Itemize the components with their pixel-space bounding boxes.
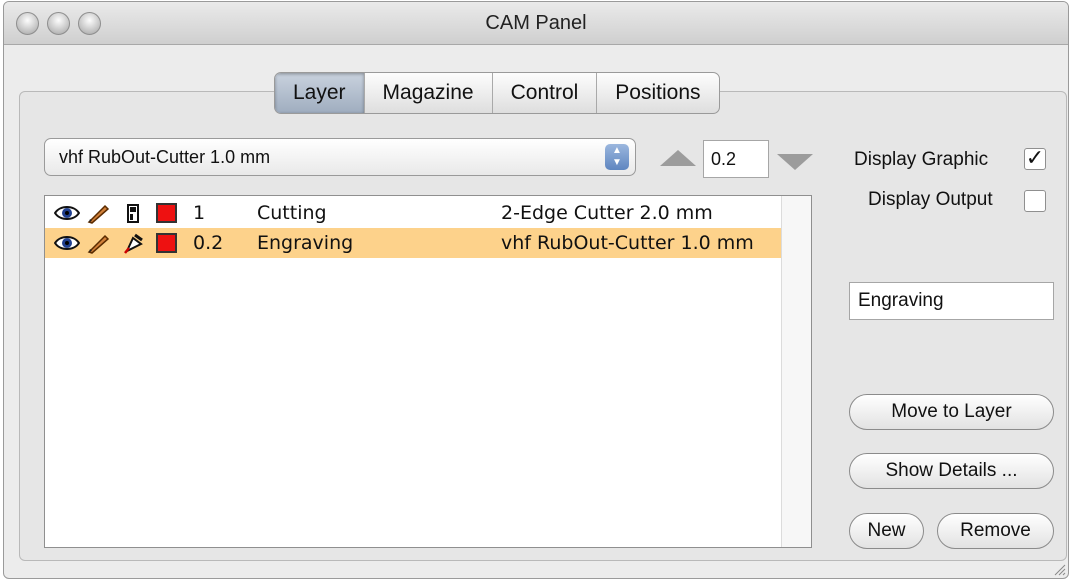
tab-positions[interactable]: Positions <box>597 73 718 113</box>
layer-name: Engraving <box>257 232 354 254</box>
tab-layer[interactable]: Layer <box>275 73 365 113</box>
layer-name-field[interactable]: Engraving <box>849 282 1054 320</box>
title-bar[interactable]: CAM Panel <box>4 2 1068 45</box>
display-graphic-label: Display Graphic <box>854 149 989 170</box>
depth-stepper-field[interactable]: 0.2 <box>703 140 769 178</box>
tool-select-value: vhf RubOut-Cutter 1.0 mm <box>59 147 271 167</box>
list-scrollbar[interactable] <box>781 196 811 547</box>
tool-select[interactable]: vhf RubOut-Cutter 1.0 mm ▲ ▼ <box>44 138 636 176</box>
cam-panel-window: CAM Panel Layer Magazine Control Positio… <box>3 1 1069 579</box>
layer-color-swatch[interactable] <box>156 233 177 253</box>
eye-icon[interactable] <box>54 234 80 252</box>
layer-row-engraving[interactable]: 0.2 Engraving vhf RubOut-Cutter 1.0 mm <box>45 228 782 258</box>
layer-color-swatch[interactable] <box>156 203 177 223</box>
layer-list[interactable]: 1 Cutting 2-Edge Cutter 2.0 mm 0.2 Engra… <box>44 195 812 548</box>
move-to-layer-button[interactable]: Move to Layer <box>849 394 1054 430</box>
layer-depth-value: 0.2 <box>193 232 224 254</box>
window-title: CAM Panel <box>485 12 587 34</box>
show-details-button[interactable]: Show Details ... <box>849 453 1054 489</box>
layer-name: Cutting <box>257 202 327 224</box>
tab-magazine[interactable]: Magazine <box>365 73 493 113</box>
layer-row-cutting[interactable]: 1 Cutting 2-Edge Cutter 2.0 mm <box>45 198 782 228</box>
layer-depth-value: 1 <box>193 202 206 224</box>
new-button[interactable]: New <box>849 513 924 549</box>
pencil-icon[interactable] <box>86 234 110 254</box>
pencil-icon[interactable] <box>86 204 110 224</box>
tab-bar: Layer Magazine Control Positions <box>274 72 720 114</box>
resize-grip-icon[interactable] <box>1052 562 1066 576</box>
updown-arrows-icon: ▲ ▼ <box>605 144 629 170</box>
layer-tool: 2-Edge Cutter 2.0 mm <box>501 202 713 224</box>
increase-depth-arrow-icon[interactable] <box>660 150 696 166</box>
cutter-tool-icon <box>127 204 139 223</box>
remove-button[interactable]: Remove <box>937 513 1054 549</box>
engraver-tool-icon <box>124 233 143 254</box>
tab-control[interactable]: Control <box>493 73 598 113</box>
eye-icon[interactable] <box>54 204 80 222</box>
display-graphic-checkbox[interactable]: ✓ <box>1024 147 1046 170</box>
display-output-label: Display Output <box>868 189 993 210</box>
display-output-checkbox[interactable] <box>1024 190 1046 212</box>
layer-tool: vhf RubOut-Cutter 1.0 mm <box>501 232 754 254</box>
decrease-depth-arrow-icon[interactable] <box>777 154 813 170</box>
